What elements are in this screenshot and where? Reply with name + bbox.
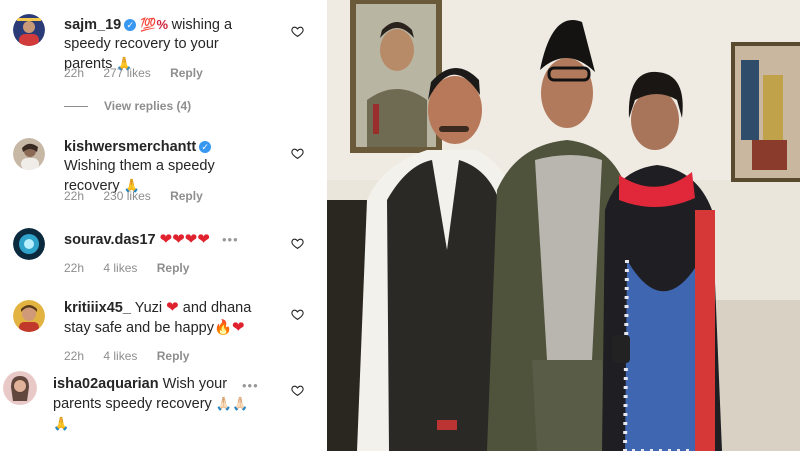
reply-button[interactable]: Reply <box>170 66 203 80</box>
avatar[interactable] <box>13 14 45 46</box>
comment-time: 22h <box>64 189 85 203</box>
heart-outline-icon[interactable] <box>291 384 304 397</box>
comment-likes[interactable]: 4 likes <box>103 349 137 363</box>
verified-badge-icon: ✓ <box>199 141 212 153</box>
comment-meta: 22h 277 likes Reply <box>64 66 219 80</box>
heart-emoji: ❤ <box>166 299 179 316</box>
fire-emoji: 🔥 <box>213 320 233 336</box>
divider-line <box>64 106 88 108</box>
heart-emoji: ❤ <box>232 319 245 336</box>
avatar[interactable] <box>13 228 45 260</box>
reply-button[interactable]: Reply <box>157 261 190 275</box>
comments-panel: sajm_19 ✓ 💯% wishing a speedy recovery to… <box>0 0 327 451</box>
avatar[interactable] <box>13 300 45 332</box>
avatar[interactable] <box>13 138 45 170</box>
portrait-painting <box>350 0 442 153</box>
comment-username[interactable]: isha02aquarian <box>53 376 159 392</box>
comment-time: 22h <box>64 261 85 275</box>
comment-meta: 22h 230 likes Reply <box>64 189 219 203</box>
comment-username[interactable]: kishwersmerchantt <box>64 139 196 155</box>
comment-username[interactable]: kritiiix45_ <box>64 300 131 316</box>
comment-likes[interactable]: 4 likes <box>103 261 137 275</box>
verified-badge-icon: ✓ <box>124 19 137 31</box>
heart-outline-icon[interactable] <box>291 237 304 250</box>
comment-time: 22h <box>64 349 85 363</box>
comment-username[interactable]: sourav.das17 <box>64 232 156 248</box>
reply-button[interactable]: Reply <box>170 189 203 203</box>
comment-text: sourav.das17 ❤❤❤❤ ••• <box>64 230 284 250</box>
more-dots-icon[interactable]: ••• <box>222 232 239 247</box>
family-photo <box>327 0 800 451</box>
pray-emoji: 🙏 <box>53 416 70 431</box>
comment-username[interactable]: sajm_19 <box>64 17 121 33</box>
comment-text: kishwersmerchantt ✓ Wishing them a speedy… <box>64 139 215 194</box>
comment-text: isha02aquarian Wish your parents speedy … <box>53 376 249 431</box>
heart-outline-icon[interactable] <box>291 147 304 160</box>
more-dots-icon[interactable]: ••• <box>242 378 259 393</box>
avatar[interactable] <box>3 371 37 405</box>
comment-time: 22h <box>64 66 85 80</box>
comment-meta: 22h 4 likes Reply <box>64 261 205 275</box>
wall-painting <box>731 42 800 182</box>
view-replies-button[interactable]: View replies (4) <box>64 99 191 113</box>
heart-outline-icon[interactable] <box>291 25 304 38</box>
comment-likes[interactable]: 230 likes <box>103 189 150 203</box>
heart-outline-icon[interactable] <box>291 308 304 321</box>
reply-button[interactable]: Reply <box>157 349 190 363</box>
comment-text: kritiiix45_ Yuzi ❤ and dhana stay safe a… <box>64 299 252 336</box>
comment-meta: 22h 4 likes Reply <box>64 349 205 363</box>
hearts-emoji: ❤❤❤❤ <box>159 231 210 248</box>
pray-emoji: 🙏🏻🙏🏻 <box>215 396 249 411</box>
comment-likes[interactable]: 277 likes <box>103 66 150 80</box>
